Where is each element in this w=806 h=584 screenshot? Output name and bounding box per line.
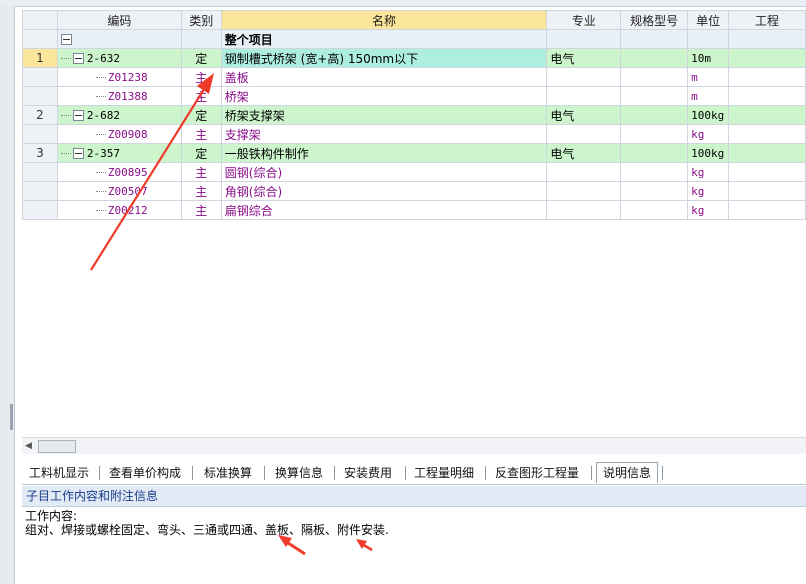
- arrow-head-icon: [197, 73, 214, 94]
- arrow-line-icon: [90, 85, 207, 271]
- arrow-head-icon: [356, 539, 367, 549]
- annotation-arrows: [90, 73, 373, 556]
